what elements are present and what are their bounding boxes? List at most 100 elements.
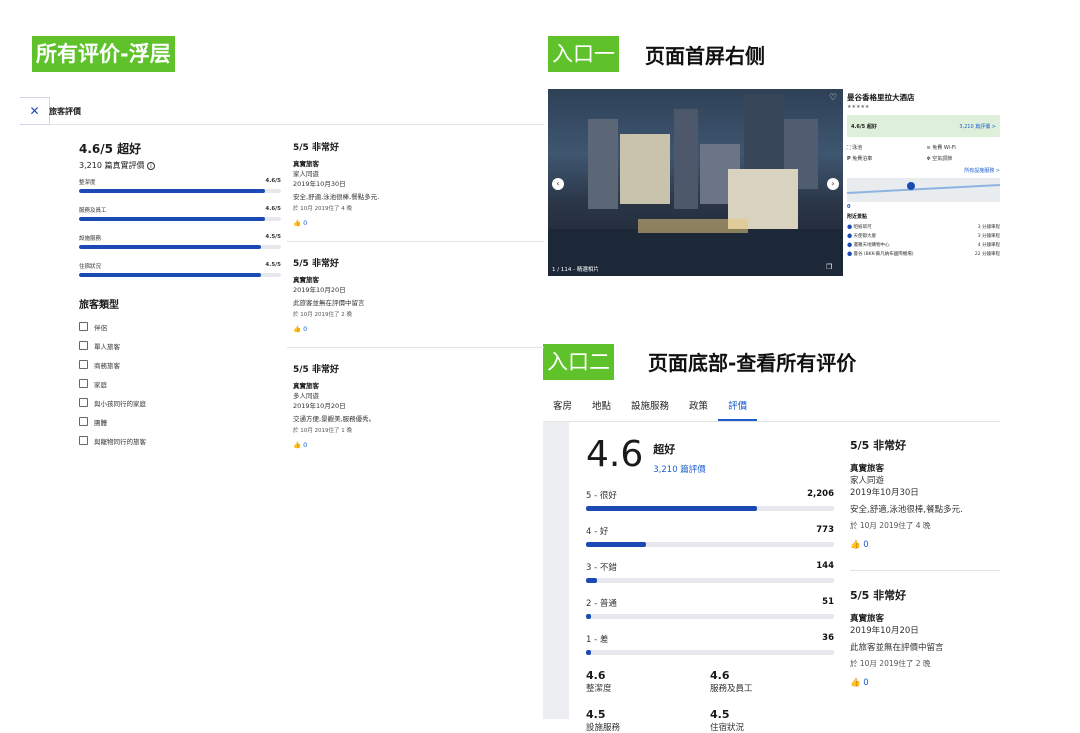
distribution-bar	[586, 542, 834, 547]
tab-amenities[interactable]: 設施服務	[621, 398, 679, 421]
traveler-type-label: 與小孩同行的家庭	[94, 399, 146, 408]
overlay-summary: 4.6/5 超好 3,210 篇真實評價 i 整潔度 4.6/5 服務及員工 4.6/…	[79, 140, 281, 450]
subscore-value: 4.5	[710, 708, 730, 721]
pool-icon: ⛶	[847, 145, 851, 151]
review-stay: 於 10月 2019住了 1 晚	[293, 428, 352, 434]
checkbox-icon[interactable]	[79, 436, 88, 445]
distribution-label: 3 - 不錯	[586, 563, 617, 573]
snowflake-icon: ✻	[926, 156, 931, 162]
info-icon[interactable]: i	[147, 162, 155, 170]
traveler-type-title: 旅客類型	[79, 300, 119, 311]
distribution-count: 36	[822, 633, 834, 643]
tab-policies[interactable]: 政策	[679, 398, 718, 421]
bottom-review-count[interactable]: 3,210 篇評價	[653, 463, 706, 475]
checkbox-icon[interactable]	[79, 417, 88, 426]
chevron-right-icon[interactable]: ›	[827, 178, 839, 190]
distribution-count: 51	[822, 597, 834, 607]
checkbox-icon[interactable]	[79, 379, 88, 388]
overlay-header: 旅客評價	[49, 107, 81, 116]
bottom-review-list: 5/5 非常好 真實旅客 家人同遊 2019年10月30日 安全,舒適,泳池很棒,餐點多…	[850, 437, 1000, 708]
amenity-pool: ⛶ 泳池	[847, 145, 863, 151]
photo-counter: 1 / 114 - 精選相片	[552, 267, 599, 273]
hotel-photo[interactable]: ‹ › ♡ 1 / 114 - 精選相片 ❐	[548, 89, 843, 276]
like-button[interactable]: 👍 0	[293, 219, 544, 227]
score-banner[interactable]: 4.6/5 超好 3,210 篇評價 >	[847, 115, 1000, 137]
nearby-item: ⬤ 曼谷 (BKK-蘇凡納布國際機場) 22 分鐘車程	[847, 249, 1000, 258]
rating-bar	[79, 217, 281, 221]
hotel-review-link[interactable]: 3,210 篇評價 >	[959, 123, 996, 130]
rating-row: 住宿狀況 4.5/5	[79, 262, 281, 277]
subscore: 4.6 整潔度	[586, 669, 710, 694]
rating-bar	[79, 189, 281, 193]
traveler-type-option[interactable]: 團體	[79, 412, 281, 431]
subscore-label: 住宿狀況	[710, 723, 745, 733]
checkbox-icon[interactable]	[79, 322, 88, 331]
heart-icon[interactable]: ♡	[829, 93, 837, 103]
review-author: 真實旅客	[850, 464, 885, 474]
all-amenities-link[interactable]: 所有設施服務 >	[847, 167, 1000, 174]
traveler-type-option[interactable]: 伴侶	[79, 317, 281, 336]
tab-rooms[interactable]: 客房	[543, 398, 582, 421]
distribution-row: 3 - 不錯 144	[586, 561, 834, 583]
subscore-value: 4.5	[586, 708, 606, 721]
rating-label: 服務及員工	[79, 208, 107, 214]
review-group: 家人同遊	[850, 476, 885, 486]
review-date: 2019年10月30日	[293, 180, 346, 188]
mini-map[interactable]	[847, 178, 1000, 202]
entry2-tag: 入口二	[543, 344, 614, 380]
review-stay: 於 10月 2019住了 4 晚	[850, 521, 931, 530]
like-count: 0	[863, 678, 869, 688]
nearby-time: 22 分鐘車程	[974, 251, 1000, 257]
like-button[interactable]: 👍 0	[850, 540, 1000, 550]
distribution-count: 144	[816, 561, 834, 571]
traveler-type-option[interactable]: 與小孩同行的家庭	[79, 393, 281, 412]
score-word: 超好	[653, 443, 676, 456]
nearby-item: ⬤ 天使都大廈 3 分鐘車程	[847, 231, 1000, 240]
parking-icon: P	[847, 156, 851, 162]
like-button[interactable]: 👍 0	[850, 678, 1000, 688]
review-card: 5/5 非常好 真實旅客 2019年10月20日 此旅客並無在評價中留言於 10月 2…	[293, 256, 544, 357]
wifi-icon: ≋	[926, 145, 931, 151]
traveler-type-option[interactable]: 商務旅客	[79, 355, 281, 374]
traveler-type-label: 商務旅客	[94, 361, 120, 370]
traveler-type-option[interactable]: 單人旅客	[79, 336, 281, 355]
review-divider	[287, 241, 544, 242]
gallery-icon[interactable]: ❐	[826, 263, 832, 271]
review-stay: 於 10月 2019住了 2 晚	[293, 312, 352, 318]
tab-location[interactable]: 地點	[582, 398, 621, 421]
distribution-label: 4 - 好	[586, 527, 609, 537]
hotel-stars: ★★★★★	[847, 104, 870, 110]
tab-reviews[interactable]: 評價	[718, 398, 758, 421]
nearby-name: 曼谷 (BKK-蘇凡納布國際機場)	[853, 251, 914, 257]
subscore: 4.6 服務及員工	[710, 669, 834, 694]
review-group: 多人同遊	[293, 392, 319, 400]
traveler-type-option[interactable]: 家庭	[79, 374, 281, 393]
traveler-type-option[interactable]: 與寵物同行的旅客	[79, 431, 281, 450]
checkbox-icon[interactable]	[79, 398, 88, 407]
subscore: 4.5 設施服務	[586, 708, 710, 733]
amenity-parking: P 免費泊車	[847, 156, 873, 162]
close-icon[interactable]: ✕	[20, 97, 50, 125]
nearby-item: ⬤ 昭披耶河 3 分鐘車程	[847, 222, 1000, 231]
review-text: 安全,舒適,泳池很棒,餐點多元.	[293, 193, 380, 201]
thumbs-up-icon: 👍	[293, 325, 304, 333]
checkbox-icon[interactable]	[79, 360, 88, 369]
checkbox-icon[interactable]	[79, 341, 88, 350]
review-stay: 於 10月 2019住了 2 晚	[850, 659, 931, 668]
rating-label: 整潔度	[79, 180, 96, 186]
distribution-count: 773	[816, 525, 834, 535]
like-button[interactable]: 👍 0	[293, 325, 544, 333]
nearby-item: ⬤ 暹羅天地購物中心 4 分鐘車程	[847, 240, 1000, 249]
review-rating: 5/5 非常好	[850, 589, 907, 602]
thumbs-up-icon: 👍	[293, 441, 304, 449]
like-count: 0	[863, 540, 869, 550]
review-date: 2019年10月20日	[293, 402, 346, 410]
bottom-summary: 4.6 超好 3,210 篇評價 5 - 很好 2,206 4 - 好 773 3 - …	[586, 437, 834, 733]
like-button[interactable]: 👍 0	[293, 441, 544, 449]
subscore-label: 服務及員工	[710, 684, 753, 694]
traveler-type-label: 家庭	[94, 380, 107, 389]
subscore-value: 4.6	[586, 669, 606, 682]
chevron-left-icon[interactable]: ‹	[552, 178, 564, 190]
review-date: 2019年10月20日	[293, 286, 346, 294]
like-count: 0	[303, 441, 308, 449]
